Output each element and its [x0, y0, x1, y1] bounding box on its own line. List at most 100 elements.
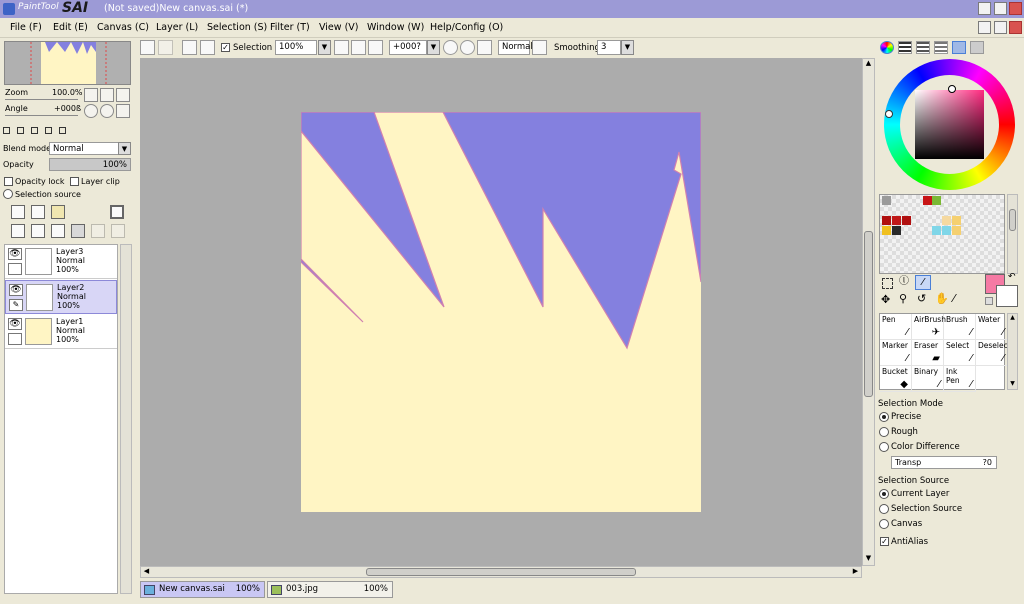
- lasso-icon[interactable]: ⓛ: [899, 277, 912, 288]
- new-folder-icon[interactable]: [51, 205, 65, 219]
- new-layer-icon[interactable]: [11, 205, 25, 219]
- rotate-right-button[interactable]: [100, 104, 114, 118]
- horizontal-scroll-thumb[interactable]: [366, 568, 636, 576]
- swatch[interactable]: [892, 226, 901, 235]
- scroll-down-arrow[interactable]: ▼: [1008, 380, 1017, 389]
- angle-slider[interactable]: [5, 115, 78, 116]
- panel-mini-toolbar[interactable]: [3, 127, 83, 136]
- zoom-dropdown-button[interactable]: ▼: [318, 40, 331, 55]
- zoom-out-button[interactable]: [84, 88, 98, 102]
- zoom-in-button[interactable]: [100, 88, 114, 102]
- flip-horizontal-icon[interactable]: [532, 40, 547, 55]
- swatch[interactable]: [952, 226, 961, 235]
- eye-icon[interactable]: 👁: [8, 248, 22, 260]
- tool-brush[interactable]: Brush ⁄: [944, 314, 976, 340]
- transfer-down-icon[interactable]: [11, 224, 25, 238]
- swatch[interactable]: [882, 196, 891, 205]
- menu-filter[interactable]: Filter (T): [270, 22, 310, 33]
- swatch[interactable]: [952, 216, 961, 225]
- tool-water[interactable]: Water ⁄: [976, 314, 1008, 340]
- smoothing-dropdown-button[interactable]: ▼: [621, 40, 634, 55]
- swatch-tab-icon[interactable]: [952, 41, 966, 54]
- hue-marker[interactable]: [885, 110, 893, 118]
- zoom-tool-icon[interactable]: ⚲: [899, 292, 907, 305]
- menu-edit[interactable]: Edit (E): [53, 22, 88, 33]
- color-wheel-tab-icon[interactable]: [880, 41, 894, 54]
- opacity-bar[interactable]: 100%: [49, 158, 131, 171]
- deselect-tool-icon[interactable]: [182, 40, 197, 55]
- menu-layer[interactable]: Layer (L): [156, 22, 198, 33]
- angle-combo[interactable]: +000?: [389, 40, 427, 55]
- vertical-scroll-thumb[interactable]: [864, 231, 873, 397]
- invert-selection-icon[interactable]: [200, 40, 215, 55]
- brush-edit-icon[interactable]: ✎: [9, 299, 23, 311]
- menu-window[interactable]: Window (W): [367, 22, 424, 33]
- selection-source-radio[interactable]: [3, 189, 13, 199]
- move-icon[interactable]: ✥: [881, 293, 890, 306]
- tool-binary[interactable]: Binary ⁄: [912, 366, 944, 392]
- tool-eraser[interactable]: Eraser ▰: [912, 340, 944, 366]
- tab-003-jpg[interactable]: 003.jpg 100%: [267, 581, 393, 598]
- secondary-color-swatch[interactable]: [996, 285, 1018, 307]
- transparent-color-icon[interactable]: [985, 297, 993, 305]
- transp-field[interactable]: Transp ?0: [891, 456, 997, 469]
- swap-colors-icon[interactable]: ↶: [1008, 272, 1016, 282]
- swatch[interactable]: [942, 226, 951, 235]
- hand-icon[interactable]: ✋: [935, 292, 949, 305]
- doc-close-button[interactable]: [1009, 21, 1022, 34]
- swatch[interactable]: [932, 226, 941, 235]
- rect-select-icon[interactable]: [882, 278, 893, 289]
- scroll-up-arrow[interactable]: ▲: [863, 59, 874, 70]
- mini-tool-icon[interactable]: [17, 127, 24, 134]
- mini-tool-icon[interactable]: [31, 127, 38, 134]
- close-button[interactable]: [1009, 2, 1022, 15]
- menu-canvas[interactable]: Canvas (C): [97, 22, 149, 33]
- swatch-scrollbar[interactable]: [1007, 194, 1018, 274]
- tool-airbrush[interactable]: AirBrush ✈: [912, 314, 946, 340]
- layer-lock-toggle[interactable]: [8, 333, 22, 345]
- canvas-viewport[interactable]: [140, 58, 862, 566]
- zoom-in-icon[interactable]: [351, 40, 366, 55]
- scratchpad-tab-icon[interactable]: [970, 41, 984, 54]
- tool-ink-pen[interactable]: Ink Pen ⁄: [944, 366, 976, 392]
- vertical-scrollbar[interactable]: ▲ ▼: [862, 58, 875, 566]
- layer-row[interactable]: 👁 Layer3 Normal 100%: [5, 245, 117, 279]
- menu-selection[interactable]: Selection (S): [207, 22, 267, 33]
- smoothing-combo[interactable]: 3: [597, 40, 621, 55]
- antialias-checkbox[interactable]: ✓: [880, 537, 889, 546]
- blend-mode-select[interactable]: Normal: [49, 142, 119, 155]
- tool-deselect[interactable]: Deselect ⁄: [976, 340, 1011, 366]
- menu-file[interactable]: File (F): [10, 22, 42, 33]
- mini-tool-icon[interactable]: [59, 127, 66, 134]
- layer-lock-toggle[interactable]: [8, 263, 22, 275]
- rotate-right-icon[interactable]: [460, 40, 475, 55]
- delete-layer-icon[interactable]: [71, 224, 85, 238]
- scroll-up-arrow[interactable]: ▲: [1008, 314, 1017, 323]
- color-wheel[interactable]: [884, 59, 1015, 190]
- scroll-right-arrow[interactable]: ▶: [850, 567, 861, 577]
- zoom-reset-icon[interactable]: [368, 40, 383, 55]
- magic-wand-icon[interactable]: ⁄: [915, 275, 931, 290]
- swatch-scroll-thumb[interactable]: [1009, 209, 1016, 231]
- eye-icon[interactable]: 👁: [8, 318, 22, 330]
- doc-restore-button[interactable]: [994, 21, 1007, 34]
- drawing-canvas[interactable]: [301, 112, 701, 512]
- rgb-slider-tab-icon[interactable]: [898, 41, 912, 54]
- swatch[interactable]: [892, 216, 901, 225]
- mini-tool-icon[interactable]: [45, 127, 52, 134]
- rotate-reset-icon[interactable]: [477, 40, 492, 55]
- zoom-reset-button[interactable]: [116, 88, 130, 102]
- rotate-left-icon[interactable]: [443, 40, 458, 55]
- blend-mode-dropdown-button[interactable]: ▼: [118, 142, 131, 155]
- swatch[interactable]: [942, 216, 951, 225]
- view-mode-combo[interactable]: Normal: [498, 40, 533, 55]
- tab-new-canvas[interactable]: New canvas.sai 100%: [140, 581, 265, 598]
- scroll-down-arrow[interactable]: ▼: [863, 554, 874, 565]
- swatch[interactable]: [902, 216, 911, 225]
- menu-help-config[interactable]: Help/Config (O): [430, 22, 503, 33]
- rotate-left-button[interactable]: [84, 104, 98, 118]
- layer-mask-icon[interactable]: [110, 205, 124, 219]
- color-difference-radio[interactable]: [879, 442, 889, 452]
- redo-icon[interactable]: [158, 40, 173, 55]
- new-linework-layer-icon[interactable]: [31, 205, 45, 219]
